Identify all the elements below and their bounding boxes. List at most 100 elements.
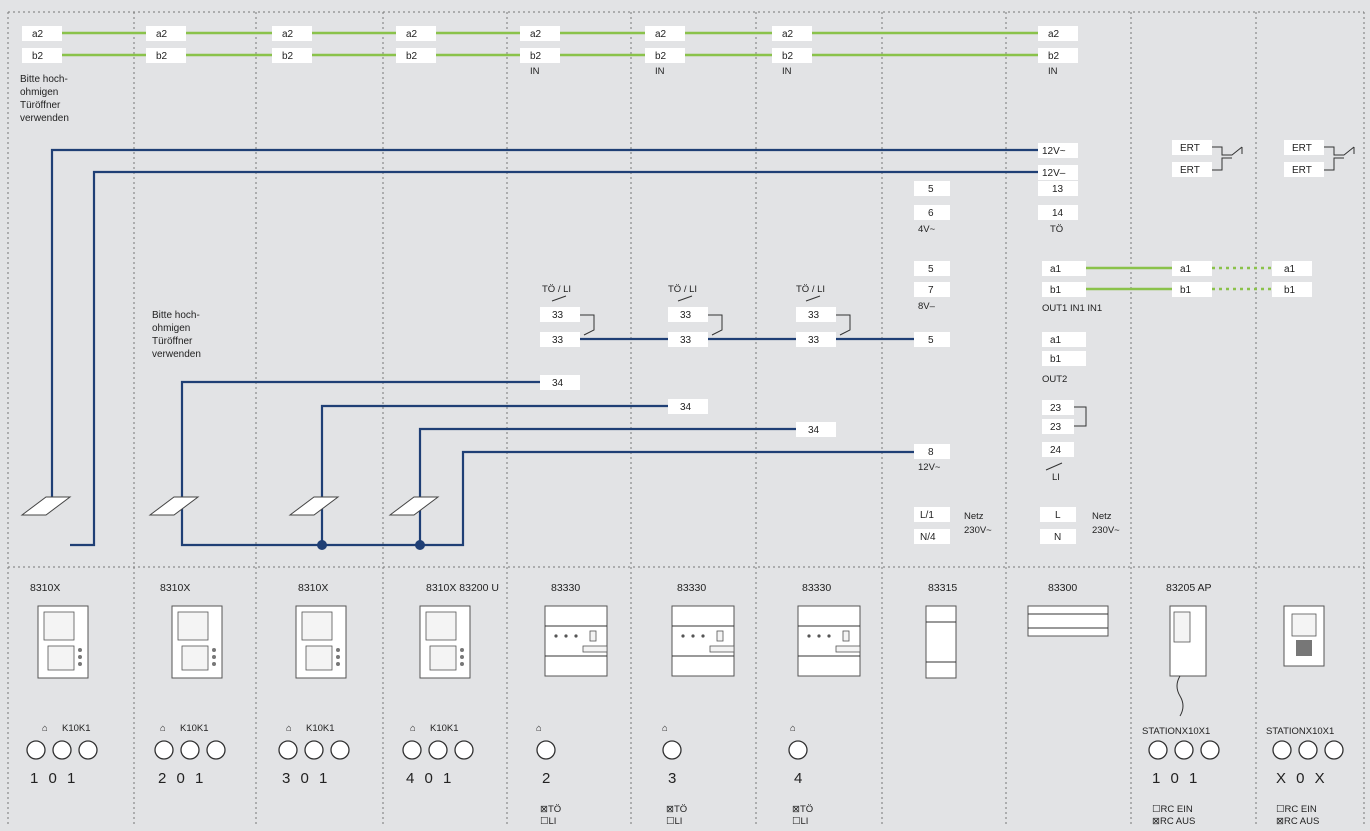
svg-text:12V–: 12V– (1042, 168, 1066, 179)
svg-text:2 0 1: 2 0 1 (158, 770, 206, 787)
svg-text:⌂: ⌂ (790, 723, 796, 734)
svg-text:a1: a1 (1284, 264, 1296, 275)
device-icon-din-modules (544, 605, 1109, 679)
device-titles: 8310X 8310X 8310X 8310X 83200 U 83330 83… (30, 582, 1212, 594)
svg-text:⌂: ⌂ (160, 723, 166, 734)
svg-text:83315: 83315 (928, 582, 957, 594)
svg-text:LI: LI (1052, 472, 1060, 483)
output-terminals: a1 b1 OUT1 IN1 IN1 a1 b1 a1 b1 a1 b1 OUT… (1042, 261, 1312, 483)
svg-text:34: 34 (552, 378, 564, 389)
svg-text:1 0 1: 1 0 1 (1152, 770, 1200, 787)
svg-text:L/1: L/1 (920, 510, 934, 521)
diagram-canvas: a2 a2 a2 a2 a2 a2 a2 a2 b2 b2 b2 b2 b2 b… (7, 11, 1365, 827)
svg-text:TÖ: TÖ (1050, 224, 1063, 235)
svg-text:a2: a2 (156, 29, 168, 40)
svg-text:3 0 1: 3 0 1 (282, 770, 330, 787)
svg-text:5: 5 (928, 264, 934, 275)
svg-text:ERT: ERT (1292, 143, 1312, 154)
svg-text:X 0 X: X 0 X (1276, 770, 1328, 787)
svg-text:N/4: N/4 (920, 532, 936, 543)
mains-terminals: L/1 N/4 Netz 230V~ L N Netz 230V~ (914, 507, 1120, 544)
note-top-left: Bitte hoch- ohmigen Türöffner verwenden (20, 74, 69, 124)
svg-text:STATIONX10X1: STATIONX10X1 (1142, 726, 1210, 737)
address-codes: 1 0 1 2 0 1 3 0 1 4 0 1 2 3 4 1 0 1 X 0 … (30, 770, 1328, 787)
svg-text:⊠TÖ: ⊠TÖ (792, 804, 813, 815)
svg-text:b2: b2 (32, 51, 44, 62)
svg-text:b1: b1 (1050, 285, 1062, 296)
svg-text:Netz: Netz (964, 511, 984, 522)
ert-terminals: ERT ERT ERT ERT (1172, 140, 1355, 177)
svg-text:a1: a1 (1050, 264, 1062, 275)
svg-text:6: 6 (928, 208, 934, 219)
svg-text:83330: 83330 (551, 582, 580, 594)
svg-text:8310X: 8310X (160, 582, 190, 594)
rotary-switches (26, 740, 1344, 760)
svg-text:verwenden: verwenden (20, 113, 69, 124)
svg-text:13: 13 (1052, 184, 1064, 195)
svg-text:⌂: ⌂ (662, 723, 668, 734)
svg-text:4V~: 4V~ (918, 224, 936, 235)
svg-text:⌂: ⌂ (286, 723, 292, 734)
svg-text:33: 33 (552, 310, 564, 321)
svg-text:8310X: 8310X (298, 582, 328, 594)
device-icon-handsets (1169, 605, 1325, 717)
svg-text:K10K1: K10K1 (180, 723, 209, 734)
svg-text:33: 33 (808, 310, 820, 321)
svg-text:83300: 83300 (1048, 582, 1077, 594)
svg-text:4: 4 (794, 770, 805, 787)
svg-text:8V–: 8V– (918, 301, 936, 312)
svg-text:b2: b2 (530, 51, 542, 62)
svg-text:7: 7 (928, 285, 934, 296)
svg-text:STATIONX10X1: STATIONX10X1 (1266, 726, 1334, 737)
svg-text:14: 14 (1052, 208, 1064, 219)
svg-text:8310X 83200 U: 8310X 83200 U (426, 582, 499, 594)
svg-text:a1: a1 (1180, 264, 1192, 275)
svg-text:Bitte hoch-: Bitte hoch- (152, 310, 200, 321)
svg-text:34: 34 (808, 425, 820, 436)
transformer-terminals: 5 6 4V~ 5 7 8V– 5 8 12V~ (914, 181, 950, 473)
column-separators (7, 11, 1365, 825)
svg-text:33: 33 (552, 335, 564, 346)
svg-text:12V~: 12V~ (918, 462, 941, 473)
door-opener-icons (20, 496, 440, 516)
svg-text:⌂: ⌂ (410, 723, 416, 734)
svg-text:b1: b1 (1180, 285, 1192, 296)
svg-text:L: L (1055, 510, 1061, 521)
svg-text:⌂: ⌂ (536, 723, 542, 734)
svg-text:b1: b1 (1284, 285, 1296, 296)
svg-text:4 0 1: 4 0 1 (406, 770, 454, 787)
svg-text:⊠TÖ: ⊠TÖ (666, 804, 687, 815)
svg-text:33: 33 (680, 310, 692, 321)
supply-terminals: 12V~ 12V– 13 14 TÖ (1038, 143, 1078, 235)
svg-text:a2: a2 (1048, 29, 1060, 40)
svg-text:Türöffner: Türöffner (152, 336, 193, 347)
svg-text:24: 24 (1050, 445, 1062, 456)
svg-text:3: 3 (668, 770, 679, 787)
svg-text:☐LI: ☐LI (540, 816, 556, 827)
svg-text:5: 5 (928, 335, 934, 346)
svg-text:Netz: Netz (1092, 511, 1112, 522)
svg-text:OUT2: OUT2 (1042, 374, 1067, 385)
svg-text:verwenden: verwenden (152, 349, 201, 360)
svg-text:b1: b1 (1050, 354, 1062, 365)
svg-text:IN: IN (782, 66, 792, 77)
svg-text:Bitte hoch-: Bitte hoch- (20, 74, 68, 85)
svg-text:⊠RC AUS: ⊠RC AUS (1276, 816, 1319, 827)
svg-text:a2: a2 (655, 29, 667, 40)
svg-text:b2: b2 (1048, 51, 1060, 62)
svg-text:230V~: 230V~ (964, 525, 992, 536)
svg-text:a2: a2 (782, 29, 794, 40)
svg-text:K10K1: K10K1 (306, 723, 335, 734)
svg-text:☐LI: ☐LI (666, 816, 682, 827)
svg-text:TÖ / LI: TÖ / LI (542, 284, 571, 295)
wiring-diagram: a2 a2 a2 a2 a2 a2 a2 a2 b2 b2 b2 b2 b2 b… (0, 0, 1370, 831)
svg-text:a2: a2 (282, 29, 294, 40)
svg-text:ohmigen: ohmigen (152, 323, 190, 334)
svg-text:2: 2 (542, 770, 553, 787)
svg-text:a1: a1 (1050, 335, 1062, 346)
svg-text:IN: IN (530, 66, 540, 77)
svg-text:1 0 1: 1 0 1 (30, 770, 78, 787)
svg-text:☐RC EIN: ☐RC EIN (1152, 804, 1193, 815)
svg-text:⊠RC AUS: ⊠RC AUS (1152, 816, 1195, 827)
svg-text:83205 AP: 83205 AP (1166, 582, 1212, 594)
